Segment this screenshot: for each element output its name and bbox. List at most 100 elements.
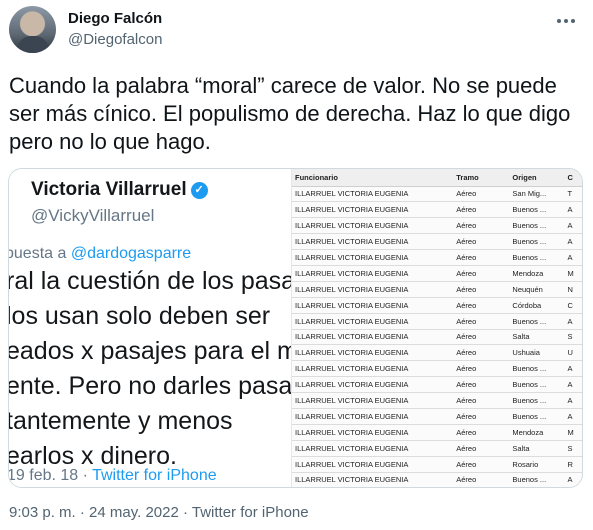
table-cell: Buenos ...: [509, 472, 565, 487]
table-cell: ILLARRUEL VICTORIA EUGENIA: [292, 360, 454, 378]
table-row: ILLARRUEL VICTORIA EUGENIA Aéreo Buenos ..…: [292, 249, 582, 266]
table-cell: A: [564, 392, 582, 409]
table-cell: Aéreo: [453, 360, 510, 378]
table-cell: Aéreo: [453, 217, 510, 235]
table-header: C: [564, 169, 582, 187]
verified-badge-icon: ✓: [190, 182, 208, 199]
table-cell: S: [564, 329, 582, 346]
table-cell: Buenos ...: [509, 313, 565, 330]
table-cell: Aéreo: [453, 456, 510, 473]
table-cell: Aéreo: [453, 329, 510, 346]
travel-table-screenshot: Funcionario Tramo Origen C ILLARRUEL VICTOR…: [291, 169, 582, 487]
embedded-author-name: Victoria Villarruel ✓: [31, 179, 208, 201]
table-cell: ILLARRUEL VICTORIA EUGENIA: [292, 456, 454, 473]
table-row: ILLARRUEL VICTORIA EUGENIA Aéreo Ushuaia U: [292, 344, 582, 362]
embedded-author-handle: @VickyVillarruel: [31, 206, 155, 225]
table-cell: ILLARRUEL VICTORIA EUGENIA: [292, 329, 454, 346]
table-cell: A: [564, 313, 582, 330]
table-row: ILLARRUEL VICTORIA EUGENIA Aéreo Buenos ..…: [292, 360, 582, 378]
table-header: Tramo: [453, 169, 510, 187]
table-cell: ILLARRUEL VICTORIA EUGENIA: [292, 265, 454, 282]
table-cell: ILLARRUEL VICTORIA EUGENIA: [292, 249, 454, 266]
table-cell: Buenos ...: [509, 201, 565, 219]
table-cell: S: [564, 440, 582, 457]
table-header: Origen: [509, 169, 565, 187]
table-cell: Buenos ...: [509, 392, 565, 409]
table-row: ILLARRUEL VICTORIA EUGENIA Aéreo Buenos ..…: [292, 472, 582, 487]
table-row: ILLARRUEL VICTORIA EUGENIA Aéreo Salta S: [292, 440, 582, 457]
table-cell: Aéreo: [453, 297, 510, 314]
table-cell: Aéreo: [453, 344, 510, 362]
table-cell: Aéreo: [453, 313, 510, 330]
table-cell: ILLARRUEL VICTORIA EUGENIA: [292, 233, 454, 251]
table-cell: Aéreo: [453, 281, 510, 298]
table-row: ILLARRUEL VICTORIA EUGENIA Aéreo Buenos ..…: [292, 408, 582, 425]
table-cell: M: [564, 424, 582, 441]
table-cell: Aéreo: [453, 201, 510, 219]
table-cell: Ushuaia: [509, 344, 565, 362]
table-cell: A: [564, 249, 582, 266]
author-handle[interactable]: @Diegofalcon: [68, 31, 162, 48]
table-cell: Aéreo: [453, 408, 510, 425]
table-cell: Buenos ...: [509, 233, 565, 251]
table-row: ILLARRUEL VICTORIA EUGENIA Aéreo Salta S: [292, 329, 582, 346]
tweet-text: Cuando la palabra “moral” carece de valo…: [9, 73, 571, 154]
table-cell: Aéreo: [453, 472, 510, 487]
table-cell: ILLARRUEL VICTORIA EUGENIA: [292, 186, 454, 203]
table-cell: T: [564, 186, 582, 203]
table-row: ILLARRUEL VICTORIA EUGENIA Aéreo Rosario R: [292, 456, 582, 473]
table-cell: ILLARRUEL VICTORIA EUGENIA: [292, 472, 454, 487]
table-cell: N: [564, 281, 582, 298]
table-cell: Buenos ...: [509, 408, 565, 425]
table-cell: San Mig...: [509, 186, 565, 203]
table-cell: ILLARRUEL VICTORIA EUGENIA: [292, 376, 454, 394]
table-row: ILLARRUEL VICTORIA EUGENIA Aéreo Buenos ..…: [292, 392, 582, 409]
table-cell: C: [564, 297, 582, 314]
table-header: Funcionario: [292, 169, 454, 187]
table-row: ILLARRUEL VICTORIA EUGENIA Aéreo Neuquén N: [292, 281, 582, 298]
table-cell: Neuquén: [509, 281, 565, 298]
table-row: ILLARRUEL VICTORIA EUGENIA Aéreo Buenos ..…: [292, 376, 582, 394]
table-row: ILLARRUEL VICTORIA EUGENIA Aéreo Mendoza M: [292, 424, 582, 441]
table-cell: A: [564, 201, 582, 219]
table-cell: Aéreo: [453, 424, 510, 441]
table-cell: M: [564, 265, 582, 282]
table-cell: Buenos ...: [509, 217, 565, 235]
table-cell: ILLARRUEL VICTORIA EUGENIA: [292, 408, 454, 425]
table-cell: ILLARRUEL VICTORIA EUGENIA: [292, 313, 454, 330]
tweet-timestamp[interactable]: 9:03 p. m. · 24 may. 2022 · Twitter for …: [9, 504, 309, 521]
table-row: ILLARRUEL VICTORIA EUGENIA Aéreo Córdoba C: [292, 297, 582, 314]
table-cell: Buenos ...: [509, 360, 565, 378]
table-cell: ILLARRUEL VICTORIA EUGENIA: [292, 392, 454, 409]
tweet: Diego Falcón @Diegofalcon Cuando la pala…: [0, 0, 593, 530]
table-cell: Aéreo: [453, 440, 510, 457]
avatar[interactable]: [9, 6, 56, 53]
table-cell: ILLARRUEL VICTORIA EUGENIA: [292, 344, 454, 362]
table-cell: Salta: [509, 440, 565, 457]
table-cell: A: [564, 472, 582, 487]
embedded-reply-line: puesta a @dardogasparre: [9, 245, 192, 262]
table-cell: R: [564, 456, 582, 473]
table-cell: Rosario: [509, 456, 565, 473]
table-cell: A: [564, 233, 582, 251]
table-cell: ILLARRUEL VICTORIA EUGENIA: [292, 281, 454, 298]
embedded-tweet-body: ral la cuestión de los pasa los usan sol…: [9, 267, 291, 470]
table-cell: Aéreo: [453, 186, 510, 203]
table-cell: A: [564, 360, 582, 378]
table-row: ILLARRUEL VICTORIA EUGENIA Aéreo Buenos ..…: [292, 233, 582, 251]
table-cell: ILLARRUEL VICTORIA EUGENIA: [292, 217, 454, 235]
table-cell: ILLARRUEL VICTORIA EUGENIA: [292, 297, 454, 314]
table-cell: Buenos ...: [509, 249, 565, 266]
table-cell: Aéreo: [453, 376, 510, 394]
travel-table: Funcionario Tramo Origen C ILLARRUEL VICTOR…: [292, 169, 582, 487]
table-cell: Aéreo: [453, 392, 510, 409]
author-name[interactable]: Diego Falcón: [68, 10, 162, 27]
table-cell: Córdoba: [509, 297, 565, 314]
table-cell: Salta: [509, 329, 565, 346]
table-cell: Aéreo: [453, 265, 510, 282]
table-row: ILLARRUEL VICTORIA EUGENIA Aéreo Mendoza M: [292, 265, 582, 282]
embedded-tweet-screenshot: Victoria Villarruel ✓ @VickyVillarruel pu…: [9, 169, 291, 487]
more-options-icon[interactable]: [554, 12, 578, 30]
table-row: ILLARRUEL VICTORIA EUGENIA Aéreo Buenos ..…: [292, 217, 582, 235]
tweet-media[interactable]: Victoria Villarruel ✓ @VickyVillarruel pu…: [8, 168, 583, 488]
